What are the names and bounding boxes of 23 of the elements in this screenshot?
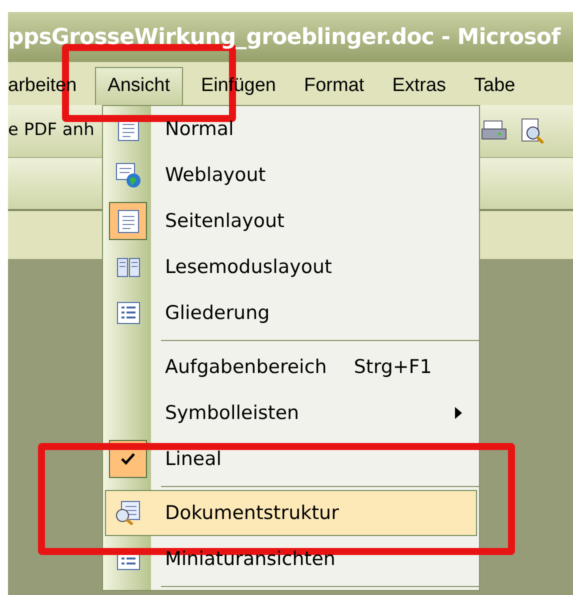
menu-item[interactable]: Dokumentstruktur [105, 490, 477, 536]
book-icon [116, 258, 140, 276]
menu-item[interactable]: Normal [105, 106, 477, 152]
menu-bar-item[interactable]: Format [294, 67, 374, 105]
menu-item[interactable]: Gliederung [105, 290, 477, 336]
web-page-globe-icon [116, 162, 140, 188]
list-icon [116, 302, 140, 324]
shortcut-label: Strg+F1 [354, 354, 432, 380]
menu-bar-item[interactable]: Ansicht [94, 67, 183, 105]
page-icon [118, 210, 138, 232]
submenu-arrow-icon [455, 407, 462, 419]
menu-item[interactable]: Lesemoduslayout [105, 244, 477, 290]
window-title: ppsGrosseWirkung_groeblinger.doc - Microsof [8, 24, 560, 52]
menu-item[interactable]: Aufgabenbereich Strg+F1 [105, 344, 477, 390]
menu-bar-item[interactable]: Tabe [464, 67, 526, 105]
menu-bar-item[interactable]: Extras [382, 67, 456, 105]
checkmark-icon [121, 453, 135, 465]
document-magnifier-icon [116, 501, 140, 525]
menu-item[interactable]: Seitenlayout [105, 198, 477, 244]
menu-item[interactable]: Weblayout [105, 152, 477, 198]
menu-item[interactable]: Lineal [105, 436, 477, 482]
toolbar-label: e PDF anh [8, 119, 94, 142]
menu-item[interactable]: Symbolleisten [105, 390, 477, 436]
